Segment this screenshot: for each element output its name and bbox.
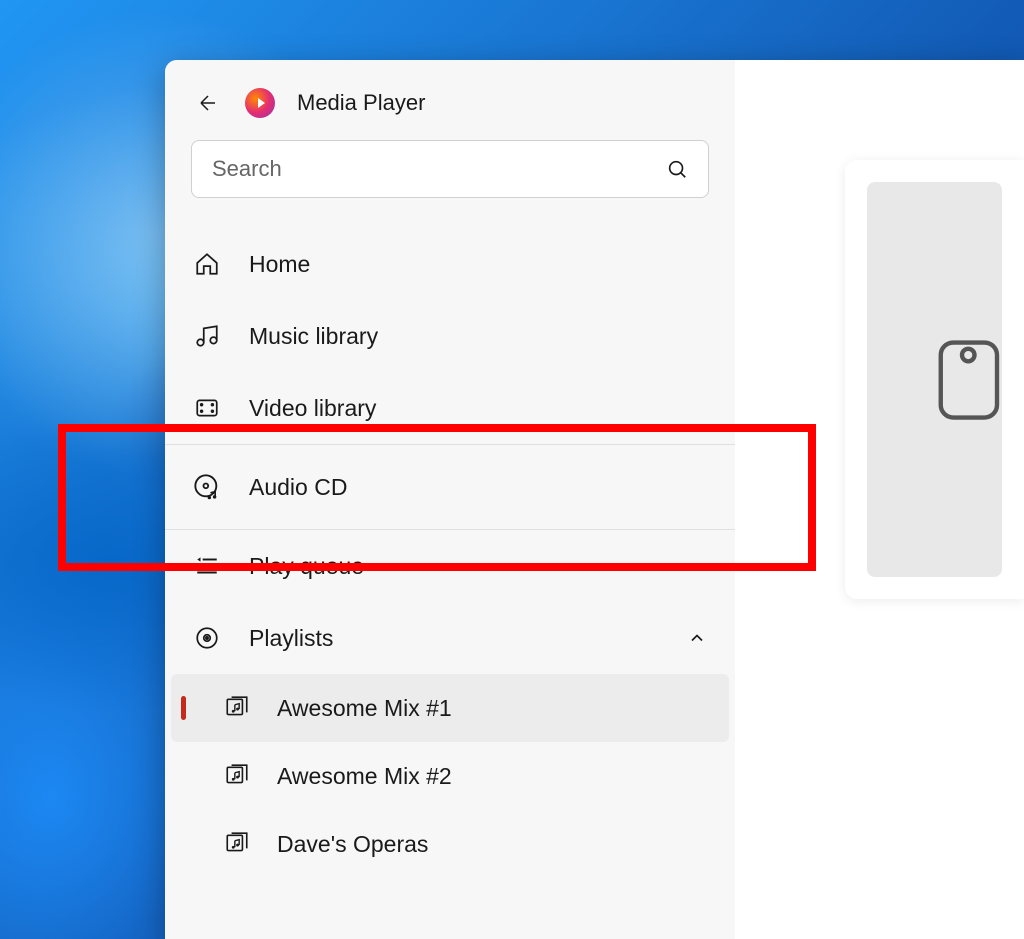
home-icon [193,250,221,278]
search-container [165,140,735,228]
header: Media Player [165,88,735,140]
nav-playlists-label: Playlists [249,625,659,652]
nav-audio-cd[interactable]: Audio CD [165,444,735,530]
playlist-label-1: Awesome Mix #1 [277,695,452,722]
nav-music-library[interactable]: Music library [165,300,735,372]
playlist-item-2[interactable]: Awesome Mix #2 [171,742,729,810]
nav-home-label: Home [249,251,707,278]
nav-music-label: Music library [249,323,707,350]
nav-playlists[interactable]: Playlists [165,602,735,674]
queue-icon [193,552,221,580]
content-area [735,60,1024,939]
back-button[interactable] [193,88,223,118]
playlist-icon [223,830,251,858]
playlist-label-3: Dave's Operas [277,831,428,858]
cd-icon [193,473,221,501]
playlist-icon [223,694,251,722]
sidebar: Media Player Home [165,60,735,939]
nav-queue-label: Play queue [249,553,707,580]
nav-list: Home Music library [165,228,735,878]
nav-home[interactable]: Home [165,228,735,300]
arrow-left-icon [196,91,220,115]
search-icon [666,158,688,180]
playlist-icon [223,762,251,790]
playlists-icon [193,624,221,652]
app-title: Media Player [297,90,425,116]
video-icon [193,394,221,422]
playlist-label-2: Awesome Mix #2 [277,763,452,790]
content-card [845,160,1024,599]
search-box[interactable] [191,140,709,198]
music-icon [193,322,221,350]
app-icon [245,88,275,118]
music-placeholder-icon [932,330,1012,430]
album-art-placeholder [867,182,1002,577]
nav-play-queue[interactable]: Play queue [165,530,735,602]
nav-video-library[interactable]: Video library [165,372,735,444]
playlist-item-3[interactable]: Dave's Operas [171,810,729,878]
search-input[interactable] [212,156,666,182]
playlist-item-1[interactable]: Awesome Mix #1 [171,674,729,742]
media-player-window: Media Player Home [165,60,1024,939]
nav-audiocd-label: Audio CD [249,474,707,501]
chevron-up-icon [687,628,707,648]
nav-video-label: Video library [249,395,707,422]
